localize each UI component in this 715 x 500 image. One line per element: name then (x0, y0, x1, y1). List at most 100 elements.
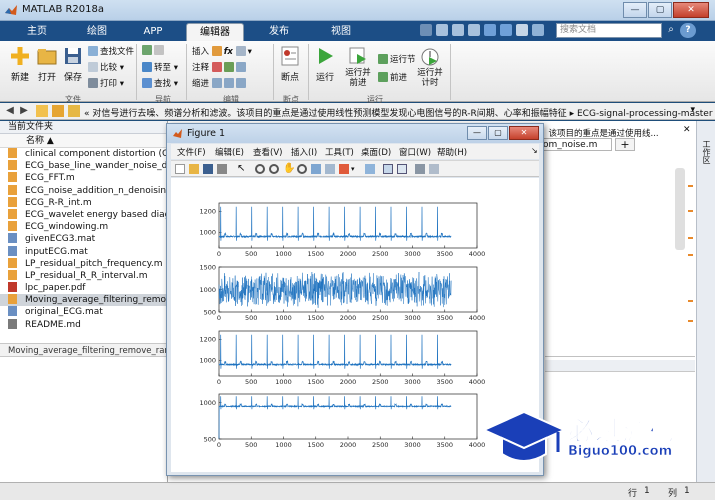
menu-edit[interactable]: 编辑(E) (215, 146, 244, 158)
file-list-item[interactable]: ECG_base_line_wander_noise_den... (0, 160, 167, 172)
run-section-button[interactable]: 运行节 (378, 53, 416, 65)
file-list-item[interactable]: lpc_paper.pdf (0, 282, 167, 294)
brush-icon[interactable] (325, 164, 335, 174)
paste-quick-icon[interactable] (468, 24, 480, 36)
warning-marker[interactable] (688, 210, 693, 212)
tab-view[interactable]: 视图 (318, 23, 364, 41)
warning-marker[interactable] (688, 185, 693, 187)
figure-close-button[interactable]: ✕ (509, 126, 539, 140)
up-folder-icon[interactable] (36, 105, 48, 117)
editor-file-tab[interactable]: om_noise.m (540, 138, 612, 151)
menu-window[interactable]: 窗口(W) (399, 146, 431, 158)
dock-icon[interactable]: ↘ (531, 146, 538, 155)
folder-path[interactable]: « 对信号进行去噪、频谱分析和滤波。该项目的重点是通过使用线性预测模型发现心电图… (84, 106, 713, 119)
menu-tools[interactable]: 工具(T) (325, 146, 354, 158)
run-button[interactable]: 运行 (312, 45, 338, 83)
goto-button[interactable]: 转至 ▾ (142, 61, 178, 73)
nav-back-button[interactable] (142, 45, 166, 56)
print-button[interactable]: 打印 ▾ (88, 77, 124, 89)
forward-arrow-icon[interactable]: ▶ (18, 105, 30, 117)
file-list-item[interactable]: inputECG.mat (0, 245, 167, 258)
file-list-item[interactable]: LP_residual_R_R_interval.m (0, 269, 167, 282)
minimize-button[interactable]: — (623, 2, 647, 18)
close-button[interactable]: ✕ (673, 2, 709, 18)
show-plot-tools-icon[interactable] (429, 164, 439, 174)
insert-button[interactable]: 插入 fx ▾ (192, 45, 252, 57)
file-list-item[interactable]: LP_residual_pitch_frequency.m (0, 257, 167, 270)
warning-marker[interactable] (688, 237, 693, 239)
browse-folder-icon[interactable] (52, 105, 64, 117)
figure-minimize-button[interactable]: — (467, 126, 487, 140)
link-plot-icon[interactable] (365, 164, 375, 174)
pan-icon[interactable]: ✋ (283, 164, 295, 174)
file-list-item[interactable]: Moving_average_filtering_remove... (0, 294, 167, 307)
indent-button[interactable]: 缩进 (192, 77, 248, 89)
path-dropdown-icon[interactable]: ▾ (690, 105, 695, 115)
menu-help[interactable]: 帮助(H) (437, 146, 467, 158)
print-figure-icon[interactable] (217, 164, 227, 174)
maximize-button[interactable]: ▢ (648, 2, 672, 18)
edit-plot-icon[interactable]: ↖ (237, 164, 247, 174)
cut-quick-icon[interactable] (436, 24, 448, 36)
menu-file[interactable]: 文件(F) (177, 146, 206, 158)
file-list-item[interactable]: givenECG3.mat (0, 233, 167, 245)
open-button[interactable]: 打开 (34, 45, 60, 83)
search-icon[interactable]: ⌕ (664, 23, 678, 38)
save-button[interactable]: 保存 (60, 45, 86, 83)
rotate-3d-icon[interactable] (297, 164, 307, 174)
name-column-header[interactable]: 名称 ▲ (0, 134, 167, 148)
new-button[interactable]: 新建 (6, 45, 34, 83)
save-figure-icon[interactable] (203, 164, 213, 174)
brush-dropdown-icon[interactable]: ▾ (351, 164, 361, 174)
insert-legend-icon[interactable] (397, 164, 407, 174)
new-figure-icon[interactable] (175, 164, 185, 174)
figure-maximize-button[interactable]: ▢ (488, 126, 508, 140)
tab-home[interactable]: 主页 (14, 23, 60, 41)
warning-marker[interactable] (688, 300, 693, 302)
advance-button[interactable]: 前进 (378, 71, 407, 83)
file-list-item[interactable]: README.md (0, 318, 167, 331)
data-cursor-icon[interactable] (311, 164, 321, 174)
tab-apps[interactable]: APP (132, 23, 174, 41)
copy-quick-icon[interactable] (452, 24, 464, 36)
tab-editor[interactable]: 编辑器 (186, 23, 244, 41)
workspace-label[interactable]: 工作区 (701, 140, 712, 164)
open-file-icon[interactable] (189, 164, 199, 174)
breakpoints-button[interactable]: 断点 (276, 45, 304, 83)
brush-color-icon[interactable] (339, 164, 349, 174)
menu-insert[interactable]: 插入(I) (291, 146, 317, 158)
run-and-advance-button[interactable]: 运行并前进 (342, 45, 374, 88)
file-list-item[interactable]: ECG_wavelet energy based diagn... (0, 208, 167, 221)
warning-marker[interactable] (688, 254, 693, 256)
file-list-item[interactable]: ECG_FFT.m (0, 172, 167, 184)
undo-quick-icon[interactable] (484, 24, 496, 36)
run-and-time-button[interactable]: 运行并计时 (414, 45, 446, 88)
zoom-in-icon[interactable] (255, 164, 265, 174)
panel-close-icon[interactable]: ✕ (683, 125, 693, 135)
tab-publish[interactable]: 发布 (256, 23, 302, 41)
search-input[interactable]: 搜索文档 (556, 23, 662, 38)
hide-plot-tools-icon[interactable] (415, 164, 425, 174)
menu-view[interactable]: 查看(V) (253, 146, 282, 158)
help-quick-icon[interactable] (532, 24, 544, 36)
file-list-item[interactable]: ECG_windowing.m (0, 221, 167, 233)
tab-plots[interactable]: 绘图 (74, 23, 120, 41)
file-list-item[interactable]: clinical component distortion (CC... (0, 148, 167, 160)
switch-windows-icon[interactable] (516, 24, 528, 36)
compare-button[interactable]: 比较 ▾ (88, 61, 124, 73)
file-list-item[interactable]: original_ECG.mat (0, 306, 167, 318)
find-button[interactable]: 查找 ▾ (142, 77, 178, 89)
save-quick-icon[interactable] (420, 24, 432, 36)
warning-marker[interactable] (688, 320, 693, 322)
new-tab-button[interactable]: + (615, 138, 635, 151)
redo-quick-icon[interactable] (500, 24, 512, 36)
help-icon[interactable]: ? (680, 23, 696, 38)
back-arrow-icon[interactable]: ◀ (4, 105, 16, 117)
comment-button[interactable]: 注释 (192, 61, 248, 73)
file-list-item[interactable]: ECG_R-R_int.m (0, 196, 167, 209)
editor-scrollbar[interactable] (675, 168, 685, 250)
zoom-out-icon[interactable] (269, 164, 279, 174)
file-list-item[interactable]: ECG_noise_addition_n_denoising.m (0, 184, 167, 197)
menu-desktop[interactable]: 桌面(D) (361, 146, 391, 158)
find-files-button[interactable]: 查找文件 (88, 45, 134, 57)
